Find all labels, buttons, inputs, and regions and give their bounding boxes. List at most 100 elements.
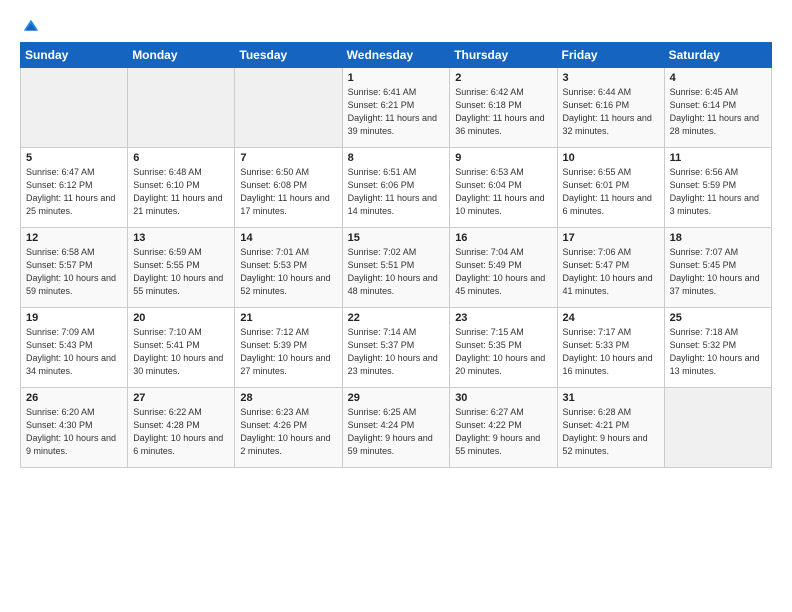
day-info: Sunrise: 6:41 AM Sunset: 6:21 PM Dayligh… — [348, 86, 445, 138]
weekday-header-friday: Friday — [557, 43, 664, 68]
day-number: 23 — [455, 312, 551, 324]
calendar-day-cell: 1 Sunrise: 6:41 AM Sunset: 6:21 PM Daylig… — [342, 68, 450, 148]
calendar-day-cell: 10 Sunrise: 6:55 AM Sunset: 6:01 PM Dayli… — [557, 148, 664, 228]
header — [20, 18, 772, 32]
page: SundayMondayTuesdayWednesdayThursdayFrid… — [0, 0, 792, 612]
day-number: 6 — [133, 152, 229, 164]
weekday-header-monday: Monday — [128, 43, 235, 68]
calendar-day-cell: 17 Sunrise: 7:06 AM Sunset: 5:47 PM Dayli… — [557, 228, 664, 308]
day-info: Sunrise: 6:44 AM Sunset: 6:16 PM Dayligh… — [563, 86, 659, 138]
calendar-day-cell: 28 Sunrise: 6:23 AM Sunset: 4:26 PM Dayli… — [235, 388, 342, 468]
calendar-day-cell: 30Sunrise: 6:27 AM Sunset: 4:22 PM Dayli… — [450, 388, 557, 468]
day-number: 18 — [670, 232, 766, 244]
calendar-day-cell — [235, 68, 342, 148]
calendar-day-cell: 12Sunrise: 6:58 AM Sunset: 5:57 PM Dayli… — [21, 228, 128, 308]
calendar-day-cell: 7Sunrise: 6:50 AM Sunset: 6:08 PM Daylig… — [235, 148, 342, 228]
calendar-day-cell: 31 Sunrise: 6:28 AM Sunset: 4:21 PM Dayli… — [557, 388, 664, 468]
calendar-day-cell: 24Sunrise: 7:17 AM Sunset: 5:33 PM Dayli… — [557, 308, 664, 388]
day-number: 15 — [348, 232, 445, 244]
day-number: 4 — [670, 72, 766, 84]
calendar-header-row: SundayMondayTuesdayWednesdayThursdayFrid… — [21, 43, 772, 68]
calendar-week-row: 5Sunrise: 6:47 AM Sunset: 6:12 PM Daylig… — [21, 148, 772, 228]
calendar-day-cell: 13 Sunrise: 6:59 AM Sunset: 5:55 PM Dayli… — [128, 228, 235, 308]
day-number: 26 — [26, 392, 122, 404]
calendar-day-cell: 15Sunrise: 7:02 AM Sunset: 5:51 PM Dayli… — [342, 228, 450, 308]
weekday-header-wednesday: Wednesday — [342, 43, 450, 68]
calendar-day-cell — [664, 388, 771, 468]
calendar-day-cell: 26 Sunrise: 6:20 AM Sunset: 4:30 PM Dayli… — [21, 388, 128, 468]
logo-text — [20, 18, 42, 36]
day-info: Sunrise: 7:06 AM Sunset: 5:47 PM Dayligh… — [563, 246, 659, 298]
weekday-header-saturday: Saturday — [664, 43, 771, 68]
calendar-day-cell: 4 Sunrise: 6:45 AM Sunset: 6:14 PM Daylig… — [664, 68, 771, 148]
day-number: 31 — [563, 392, 659, 404]
day-info: Sunrise: 6:55 AM Sunset: 6:01 PM Dayligh… — [563, 166, 659, 218]
day-number: 25 — [670, 312, 766, 324]
calendar-day-cell: 9 Sunrise: 6:53 AM Sunset: 6:04 PM Daylig… — [450, 148, 557, 228]
calendar-day-cell: 25Sunrise: 7:18 AM Sunset: 5:32 PM Dayli… — [664, 308, 771, 388]
day-info: Sunrise: 6:47 AM Sunset: 6:12 PM Dayligh… — [26, 166, 122, 218]
day-info: Sunrise: 6:56 AM Sunset: 5:59 PM Dayligh… — [670, 166, 766, 218]
calendar-day-cell: 23 Sunrise: 7:15 AM Sunset: 5:35 PM Dayli… — [450, 308, 557, 388]
day-number: 11 — [670, 152, 766, 164]
day-info: Sunrise: 6:22 AM Sunset: 4:28 PM Dayligh… — [133, 406, 229, 458]
calendar-week-row: 19 Sunrise: 7:09 AM Sunset: 5:43 PM Dayli… — [21, 308, 772, 388]
calendar-day-cell: 14 Sunrise: 7:01 AM Sunset: 5:53 PM Dayli… — [235, 228, 342, 308]
day-number: 27 — [133, 392, 229, 404]
day-number: 10 — [563, 152, 659, 164]
calendar-day-cell: 2Sunrise: 6:42 AM Sunset: 6:18 PM Daylig… — [450, 68, 557, 148]
day-info: Sunrise: 6:48 AM Sunset: 6:10 PM Dayligh… — [133, 166, 229, 218]
day-info: Sunrise: 7:15 AM Sunset: 5:35 PM Dayligh… — [455, 326, 551, 378]
day-info: Sunrise: 6:42 AM Sunset: 6:18 PM Dayligh… — [455, 86, 551, 138]
day-info: Sunrise: 7:04 AM Sunset: 5:49 PM Dayligh… — [455, 246, 551, 298]
day-info: Sunrise: 7:09 AM Sunset: 5:43 PM Dayligh… — [26, 326, 122, 378]
day-info: Sunrise: 7:12 AM Sunset: 5:39 PM Dayligh… — [240, 326, 336, 378]
day-info: Sunrise: 7:07 AM Sunset: 5:45 PM Dayligh… — [670, 246, 766, 298]
weekday-header-sunday: Sunday — [21, 43, 128, 68]
calendar-day-cell: 3 Sunrise: 6:44 AM Sunset: 6:16 PM Daylig… — [557, 68, 664, 148]
day-info: Sunrise: 6:25 AM Sunset: 4:24 PM Dayligh… — [348, 406, 445, 458]
calendar-day-cell: 27 Sunrise: 6:22 AM Sunset: 4:28 PM Dayli… — [128, 388, 235, 468]
day-number: 19 — [26, 312, 122, 324]
day-number: 1 — [348, 72, 445, 84]
day-number: 28 — [240, 392, 336, 404]
day-info: Sunrise: 6:20 AM Sunset: 4:30 PM Dayligh… — [26, 406, 122, 458]
calendar-day-cell: 22 Sunrise: 7:14 AM Sunset: 5:37 PM Dayli… — [342, 308, 450, 388]
calendar-day-cell: 6 Sunrise: 6:48 AM Sunset: 6:10 PM Daylig… — [128, 148, 235, 228]
calendar-day-cell: 16 Sunrise: 7:04 AM Sunset: 5:49 PM Dayli… — [450, 228, 557, 308]
day-number: 13 — [133, 232, 229, 244]
day-number: 14 — [240, 232, 336, 244]
day-number: 3 — [563, 72, 659, 84]
day-number: 22 — [348, 312, 445, 324]
day-info: Sunrise: 6:50 AM Sunset: 6:08 PM Dayligh… — [240, 166, 336, 218]
calendar-day-cell: 29 Sunrise: 6:25 AM Sunset: 4:24 PM Dayli… — [342, 388, 450, 468]
day-info: Sunrise: 6:23 AM Sunset: 4:26 PM Dayligh… — [240, 406, 336, 458]
calendar-day-cell: 20Sunrise: 7:10 AM Sunset: 5:41 PM Dayli… — [128, 308, 235, 388]
day-info: Sunrise: 7:14 AM Sunset: 5:37 PM Dayligh… — [348, 326, 445, 378]
calendar-day-cell — [128, 68, 235, 148]
day-info: Sunrise: 6:28 AM Sunset: 4:21 PM Dayligh… — [563, 406, 659, 458]
day-info: Sunrise: 6:45 AM Sunset: 6:14 PM Dayligh… — [670, 86, 766, 138]
day-number: 16 — [455, 232, 551, 244]
day-number: 8 — [348, 152, 445, 164]
day-number: 17 — [563, 232, 659, 244]
calendar-day-cell: 11 Sunrise: 6:56 AM Sunset: 5:59 PM Dayli… — [664, 148, 771, 228]
day-number: 21 — [240, 312, 336, 324]
calendar-week-row: 26 Sunrise: 6:20 AM Sunset: 4:30 PM Dayli… — [21, 388, 772, 468]
calendar-day-cell: 5Sunrise: 6:47 AM Sunset: 6:12 PM Daylig… — [21, 148, 128, 228]
day-number: 30 — [455, 392, 551, 404]
logo-icon — [22, 18, 40, 36]
day-info: Sunrise: 6:58 AM Sunset: 5:57 PM Dayligh… — [26, 246, 122, 298]
calendar-week-row: 1 Sunrise: 6:41 AM Sunset: 6:21 PM Daylig… — [21, 68, 772, 148]
day-info: Sunrise: 6:53 AM Sunset: 6:04 PM Dayligh… — [455, 166, 551, 218]
day-number: 9 — [455, 152, 551, 164]
calendar-day-cell: 18 Sunrise: 7:07 AM Sunset: 5:45 PM Dayli… — [664, 228, 771, 308]
calendar-day-cell: 19 Sunrise: 7:09 AM Sunset: 5:43 PM Dayli… — [21, 308, 128, 388]
logo — [20, 18, 42, 32]
day-number: 20 — [133, 312, 229, 324]
day-number: 29 — [348, 392, 445, 404]
day-info: Sunrise: 6:59 AM Sunset: 5:55 PM Dayligh… — [133, 246, 229, 298]
day-info: Sunrise: 7:01 AM Sunset: 5:53 PM Dayligh… — [240, 246, 336, 298]
day-info: Sunrise: 7:17 AM Sunset: 5:33 PM Dayligh… — [563, 326, 659, 378]
calendar-day-cell: 8Sunrise: 6:51 AM Sunset: 6:06 PM Daylig… — [342, 148, 450, 228]
